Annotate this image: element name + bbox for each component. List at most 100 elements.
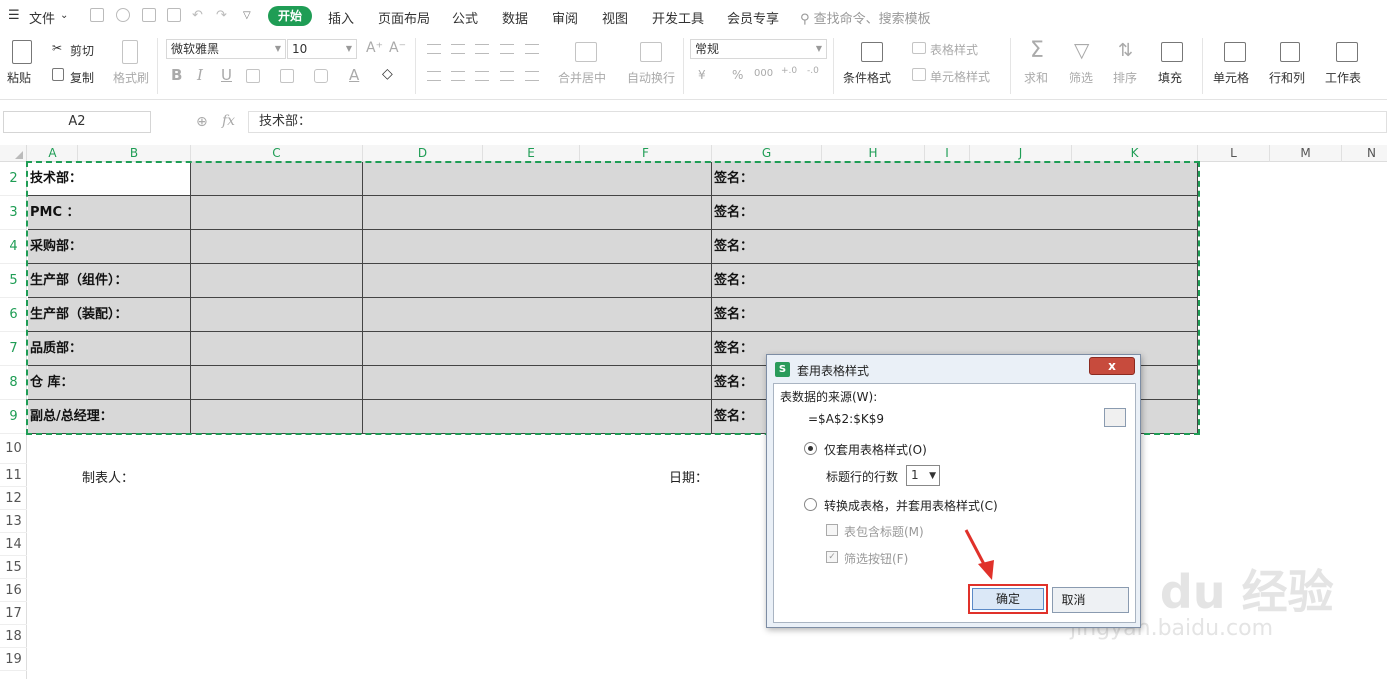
sort-button[interactable]: 排序: [1113, 69, 1137, 86]
chevron-down-icon[interactable]: ⌄: [60, 10, 68, 21]
column-header-e[interactable]: E: [483, 145, 580, 162]
save-icon[interactable]: [90, 8, 104, 22]
cell-icon[interactable]: [1224, 42, 1246, 62]
fx-icon[interactable]: fx: [222, 113, 235, 129]
align-center-icon[interactable]: [451, 71, 465, 81]
column-header-i[interactable]: I: [925, 145, 970, 162]
scissors-icon[interactable]: ✂: [52, 41, 62, 55]
fill-color-icon[interactable]: [314, 69, 328, 83]
print-icon[interactable]: [142, 8, 156, 22]
row-header-15[interactable]: 15: [0, 556, 27, 579]
row-col-icon[interactable]: [1280, 42, 1300, 62]
row-header-14[interactable]: 14: [0, 533, 27, 556]
range-picker-icon[interactable]: [1104, 408, 1126, 427]
tab-page-layout[interactable]: 页面布局: [378, 8, 430, 27]
tab-formulas[interactable]: 公式: [452, 8, 478, 27]
formula-input[interactable]: 技术部：: [248, 111, 1387, 133]
row-header-8[interactable]: 8: [0, 366, 27, 400]
row-header-3[interactable]: 3: [0, 196, 27, 230]
decrease-decimal-icon[interactable]: -.0: [807, 66, 819, 76]
conditional-format-icon[interactable]: [861, 42, 883, 62]
font-name-select[interactable]: 微软雅黑 ▼: [166, 39, 286, 59]
column-header-a[interactable]: A: [28, 145, 78, 162]
increase-indent-icon[interactable]: [525, 44, 539, 54]
undo-icon[interactable]: ↶: [192, 8, 203, 23]
print-preview-icon[interactable]: [167, 8, 181, 22]
align-bottom-icon[interactable]: [475, 44, 489, 54]
align-left-icon[interactable]: [427, 71, 441, 81]
export-icon[interactable]: [116, 8, 130, 22]
tab-developer[interactable]: 开发工具: [652, 8, 704, 27]
search-box[interactable]: ⚲ 查找命令、搜索模板: [800, 8, 931, 27]
column-header-g[interactable]: G: [712, 145, 822, 162]
border-icon[interactable]: [246, 69, 260, 83]
table-style-button[interactable]: 表格样式: [930, 41, 978, 58]
tab-data[interactable]: 数据: [502, 8, 528, 27]
convert-table-radio[interactable]: [804, 498, 817, 511]
bold-button[interactable]: B: [171, 66, 182, 84]
column-header-c[interactable]: C: [191, 145, 363, 162]
include-header-checkbox[interactable]: [826, 524, 838, 536]
column-header-h[interactable]: H: [822, 145, 925, 162]
tab-review[interactable]: 审阅: [552, 8, 578, 27]
row-header-19[interactable]: 19: [0, 648, 27, 671]
fill-down-icon[interactable]: [1161, 42, 1183, 62]
row-header-10[interactable]: 10: [0, 434, 27, 464]
name-box[interactable]: A2: [3, 111, 151, 133]
cancel-button[interactable]: 取消: [1052, 587, 1129, 613]
row-header-18[interactable]: 18: [0, 625, 27, 648]
paste-icon[interactable]: [12, 40, 32, 64]
row-header-11[interactable]: 11: [0, 464, 27, 487]
merge-center-button[interactable]: 合并居中: [558, 69, 606, 86]
increase-decimal-icon[interactable]: +.0: [781, 66, 797, 76]
zoom-icon[interactable]: ⊕: [196, 114, 208, 130]
underline-button[interactable]: U: [221, 66, 232, 84]
row-header-2[interactable]: 2: [0, 162, 27, 196]
cell-style-icon[interactable]: [912, 68, 926, 81]
decrease-font-icon[interactable]: A⁻: [389, 40, 406, 56]
column-header-k[interactable]: K: [1072, 145, 1198, 162]
row-header-6[interactable]: 6: [0, 298, 27, 332]
row-col-button[interactable]: 行和列: [1269, 69, 1305, 86]
column-header-d[interactable]: D: [363, 145, 483, 162]
tab-home[interactable]: 开始: [268, 6, 312, 26]
style-only-radio[interactable]: [804, 442, 817, 455]
font-size-select[interactable]: 10 ▼: [287, 39, 357, 59]
wrap-text-button[interactable]: 自动换行: [627, 69, 675, 86]
row-header-4[interactable]: 4: [0, 230, 27, 264]
column-header-l[interactable]: L: [1198, 145, 1270, 162]
column-header-m[interactable]: M: [1270, 145, 1342, 162]
justify-icon[interactable]: [500, 71, 514, 81]
align-right-icon[interactable]: [475, 71, 489, 81]
table-style-icon[interactable]: [912, 42, 926, 54]
copy-icon[interactable]: [52, 68, 64, 81]
number-format-select[interactable]: 常规 ▼: [690, 39, 827, 59]
eraser-icon[interactable]: ◇: [382, 66, 393, 82]
currency-icon[interactable]: ¥: [698, 68, 706, 82]
tab-insert[interactable]: 插入: [328, 8, 354, 27]
column-header-f[interactable]: F: [580, 145, 712, 162]
row-header-13[interactable]: 13: [0, 510, 27, 533]
increase-font-icon[interactable]: A⁺: [366, 40, 383, 56]
paste-button[interactable]: 粘贴: [7, 69, 31, 86]
align-middle-icon[interactable]: [451, 44, 465, 54]
column-header-b[interactable]: B: [78, 145, 191, 162]
merge-cells-icon[interactable]: [575, 42, 597, 62]
select-all-corner[interactable]: [0, 145, 27, 162]
range-input[interactable]: =$A$2:$K$9: [804, 408, 1124, 430]
percent-button[interactable]: %: [732, 68, 743, 82]
row-header-16[interactable]: 16: [0, 579, 27, 602]
row-header-7[interactable]: 7: [0, 332, 27, 366]
filter-button[interactable]: 筛选: [1069, 69, 1093, 86]
header-rows-select[interactable]: 1 ▼: [906, 465, 940, 486]
filter-buttons-checkbox[interactable]: ✓: [826, 551, 838, 563]
tab-view[interactable]: 视图: [602, 8, 628, 27]
row-header-9[interactable]: 9: [0, 400, 27, 434]
row-header-12[interactable]: 12: [0, 487, 27, 510]
cell-fill-pattern-icon[interactable]: [280, 69, 294, 83]
worksheet-icon[interactable]: [1336, 42, 1358, 62]
fill-button[interactable]: 填充: [1158, 69, 1182, 86]
thousands-separator-button[interactable]: 000: [754, 68, 773, 79]
worksheet-button[interactable]: 工作表: [1325, 69, 1361, 86]
close-icon[interactable]: x: [1089, 357, 1135, 375]
